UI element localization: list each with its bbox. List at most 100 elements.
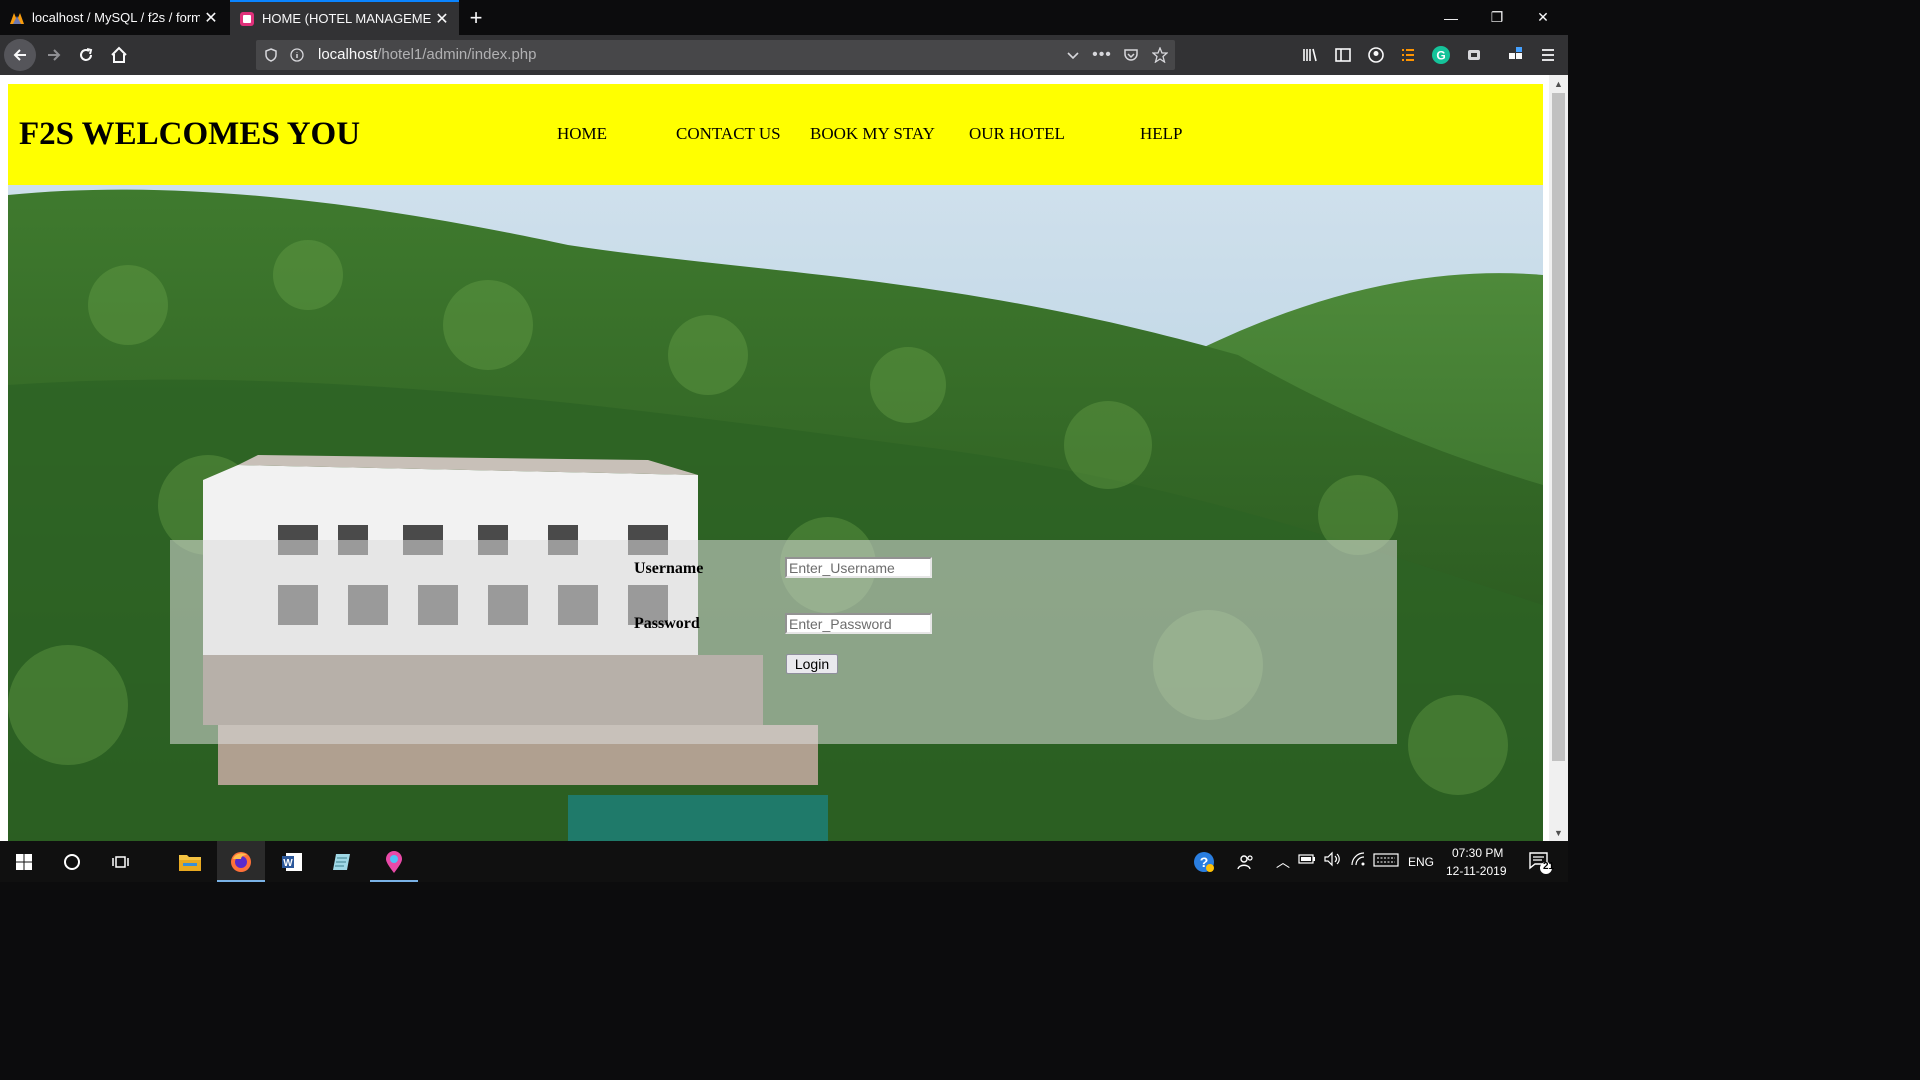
username-label: Username [634,560,704,577]
extensions-menu-button[interactable] [1500,39,1532,71]
address-bar[interactable]: localhost/hotel1/admin/index.php ••• [256,40,1175,70]
word-button[interactable]: W [268,841,316,882]
search-button[interactable] [48,841,96,882]
tab-hotel-management[interactable]: HOME (HOTEL MANAGEMENT) ✕ [230,0,459,35]
phpmyadmin-icon [10,12,24,24]
back-button[interactable] [4,39,36,71]
notification-count: 21 [1543,861,1555,872]
extension-list-button[interactable] [1392,39,1424,71]
wifi-icon[interactable] [1350,852,1366,869]
map-pin-icon [386,850,402,873]
restore-button[interactable]: ❐ [1474,0,1520,35]
password-label: Password [634,615,700,632]
clock-time[interactable]: 07:30 PM [1452,846,1503,860]
nav-toolbar: localhost/hotel1/admin/index.php ••• G [0,35,1568,75]
extension-icon [1468,50,1480,60]
task-view-icon [112,855,129,868]
site-header: F2S WELCOMES YOU HOME CONTACT US BOOK MY… [8,84,1543,185]
nav-our-hotel-link[interactable]: OUR HOTEL [969,124,1065,144]
sidebar-button[interactable] [1327,39,1359,71]
grammarly-button[interactable]: G [1425,39,1457,71]
chevron-down-icon[interactable] [1059,48,1087,62]
bookmark-star-icon[interactable] [1145,47,1175,63]
library-button[interactable] [1294,39,1326,71]
clock-date[interactable]: 12-11-2019 [1446,864,1507,878]
tab-title: HOME (HOTEL MANAGEMENT) [262,11,431,26]
people-icon [1237,854,1253,869]
start-button[interactable] [0,841,48,882]
volume-icon[interactable] [1323,851,1343,870]
windows-logo-icon [16,853,32,870]
scroll-up-icon[interactable]: ▲ [1549,75,1568,92]
tab-title: localhost / MySQL / f2s / form [32,10,200,25]
forward-button[interactable] [38,39,70,71]
task-view-button[interactable] [97,841,145,882]
people-button[interactable] [1222,841,1270,882]
word-icon: W [282,852,302,871]
page-viewport: F2S WELCOMES YOU HOME CONTACT US BOOK MY… [0,75,1568,841]
more-actions-icon[interactable]: ••• [1087,46,1117,64]
chevron-up-icon[interactable]: ︿ [1276,852,1290,872]
url-text[interactable]: localhost/hotel1/admin/index.php [318,46,536,64]
password-input[interactable] [785,613,932,634]
info-icon[interactable] [284,48,310,62]
scroll-down-icon[interactable]: ▼ [1549,824,1568,841]
help-tray-button[interactable]: ? [1180,841,1228,882]
list-extension-icon [1402,49,1414,61]
reload-button[interactable] [70,39,102,71]
nav-home-link[interactable]: HOME [557,124,607,144]
arrow-left-icon [13,49,26,61]
svg-text:W: W [283,858,293,869]
firefox-icon [231,851,251,872]
notes-app-button[interactable] [318,841,366,882]
vertical-scrollbar[interactable]: ▲ ▼ [1549,75,1568,841]
username-input[interactable] [785,557,932,578]
nav-book-my-stay-link[interactable]: BOOK MY STAY [810,124,935,144]
library-icon [1303,48,1317,62]
tab-strip: localhost / MySQL / f2s / form ✕ HOME (H… [0,0,1568,35]
close-window-button[interactable]: ✕ [1520,0,1566,35]
new-tab-button[interactable]: + [462,0,490,35]
folder-icon [179,854,201,871]
account-icon [1368,47,1384,63]
home-icon [111,46,127,63]
grammarly-icon: G [1432,46,1450,64]
scrollbar-thumb[interactable] [1552,93,1565,761]
close-tab-icon[interactable]: ✕ [200,8,222,28]
battery-icon[interactable] [1298,853,1316,868]
home-button[interactable] [103,39,135,71]
maps-app-button[interactable] [370,841,418,882]
keyboard-icon[interactable] [1373,853,1399,870]
nav-contact-us-link[interactable]: CONTACT US [676,124,781,144]
hero-background-image: Username Password Login [8,185,1543,841]
file-explorer-button[interactable] [166,841,214,882]
account-button[interactable] [1360,39,1392,71]
hamburger-menu-icon [1542,49,1554,61]
minimize-button[interactable]: — [1428,0,1474,35]
language-indicator[interactable]: ENG [1408,855,1434,869]
svg-text:G: G [1436,49,1445,63]
reload-icon [80,48,93,61]
login-panel: Username Password Login [170,540,1397,744]
puzzle-icon [1509,47,1522,59]
cortana-circle-icon [64,853,80,870]
firefox-taskbar-button[interactable] [217,841,265,882]
url-host: localhost [318,46,378,63]
windows-taskbar: W ? ︿ ENG 07:30 PM 12-11-2019 21 [0,841,1568,882]
page-favicon-icon [240,11,254,26]
pocket-icon[interactable] [1117,47,1145,63]
notepad-icon [333,853,350,870]
action-center-button[interactable]: 21 [1516,841,1564,882]
help-question-icon: ? [1194,851,1214,872]
extension-button[interactable] [1458,39,1490,71]
nav-help-link[interactable]: HELP [1140,124,1183,144]
menu-button[interactable] [1532,39,1564,71]
shield-icon[interactable] [258,48,284,62]
site-title: F2S WELCOMES YOU [19,116,361,152]
url-path: /hotel1/admin/index.php [377,46,537,63]
sidebar-icon [1335,48,1351,62]
login-button[interactable]: Login [786,654,838,674]
close-tab-icon[interactable]: ✕ [431,9,453,29]
arrow-right-icon [48,49,61,61]
tab-phpmyadmin[interactable]: localhost / MySQL / f2s / form ✕ [0,0,228,35]
